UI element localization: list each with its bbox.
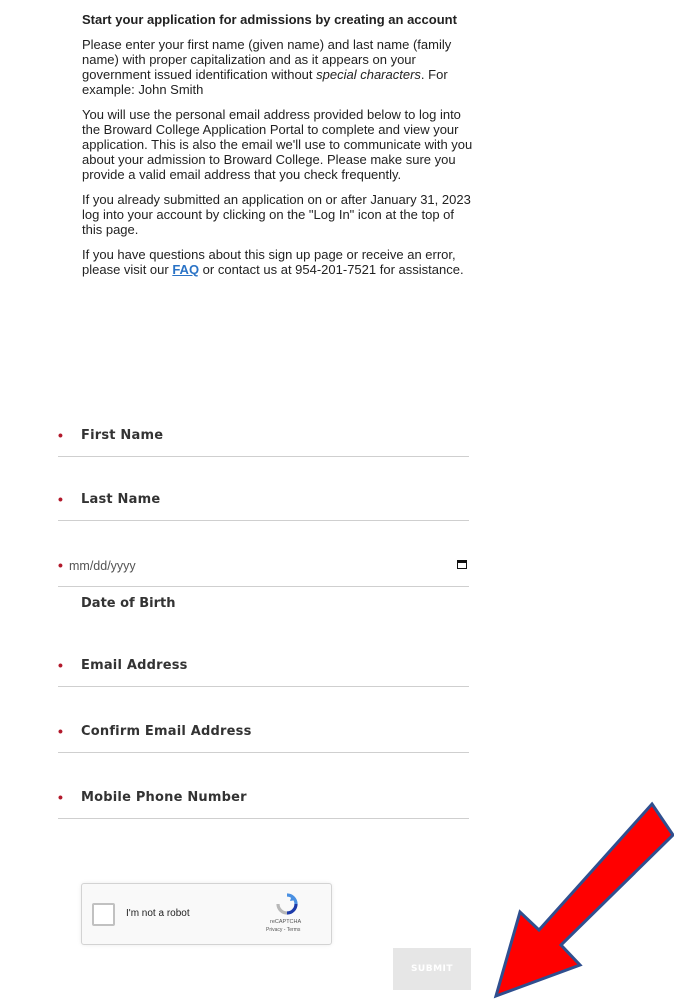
intro-section: Start your application for admissions by… [82,12,477,287]
intro-paragraph-help: If you have questions about this sign up… [82,247,464,277]
date-of-birth-input[interactable]: • mm/dd/yyyy [58,558,469,587]
submit-button[interactable]: SUBMIT [393,948,471,990]
first-name-field[interactable]: • First Name [58,428,469,457]
page-heading: Start your application for admissions by… [82,12,457,27]
date-of-birth-label: Date of Birth [81,596,176,611]
email-label: Email Address [81,658,188,673]
date-placeholder: mm/dd/yyyy [69,559,136,573]
email-field[interactable]: • Email Address [58,658,469,687]
recaptcha-label: I'm not a robot [126,908,190,919]
mobile-phone-label: Mobile Phone Number [81,790,247,805]
recaptcha-checkbox[interactable] [92,903,115,926]
recaptcha-widget: I'm not a robot reCAPTCHA Privacy - Term… [81,883,332,945]
recaptcha-privacy-links[interactable]: Privacy - Terms [266,927,300,933]
calendar-icon[interactable] [457,560,467,569]
required-marker: • [58,557,63,573]
intro-paragraph-email: You will use the personal email address … [82,107,473,182]
faq-link[interactable]: FAQ [172,262,199,277]
required-marker: • [58,657,63,673]
confirm-email-field[interactable]: • Confirm Email Address [58,724,469,753]
red-arrow-annotation [493,801,674,999]
mobile-phone-field[interactable]: • Mobile Phone Number [58,790,469,819]
recaptcha-logo-icon [276,893,298,915]
first-name-label: First Name [81,428,164,443]
required-marker: • [58,491,63,507]
last-name-label: Last Name [81,492,161,507]
intro-paragraph-login: If you already submitted an application … [82,192,471,237]
intro-paragraph-name: Please enter your first name (given name… [82,37,452,97]
required-marker: • [58,427,63,443]
recaptcha-brand: reCAPTCHA [270,919,302,925]
last-name-field[interactable]: • Last Name [58,492,469,521]
confirm-email-label: Confirm Email Address [81,724,252,739]
required-marker: • [58,789,63,805]
required-marker: • [58,723,63,739]
